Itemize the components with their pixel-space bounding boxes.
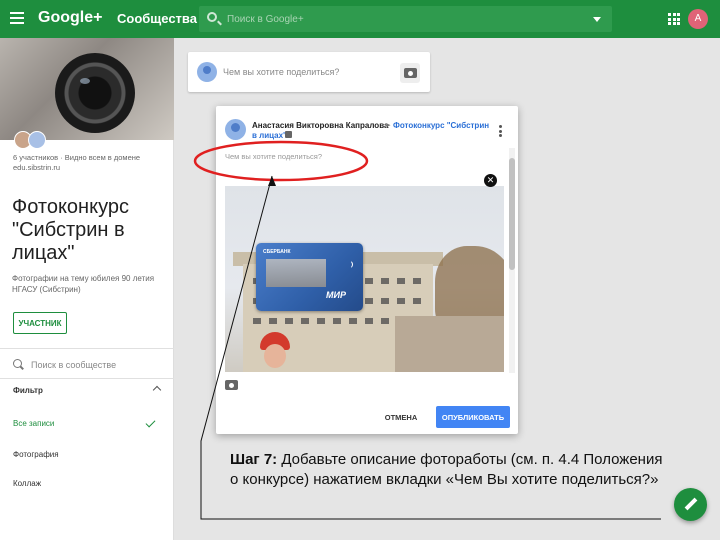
author-name: Анастасия Викторовна Капралова	[252, 121, 389, 130]
pencil-icon	[684, 497, 698, 511]
contactless-icon	[344, 260, 353, 269]
attached-photo: СБЕРБАНК МИР	[225, 186, 504, 372]
avatar	[197, 62, 217, 82]
card-brand-text: СБЕРБАНК	[263, 249, 291, 255]
publish-button[interactable]: ОПУБЛИКОВАТЬ	[436, 406, 510, 428]
member-avatars[interactable]	[14, 131, 50, 149]
community-cover-photo	[0, 38, 174, 140]
share-box[interactable]: Чем вы хотите поделиться?	[188, 52, 430, 92]
cancel-button[interactable]: ОТМЕНА	[376, 407, 426, 427]
account-avatar[interactable]: А	[688, 9, 708, 29]
camera-icon	[225, 380, 238, 390]
arrow-icon: ▸	[387, 122, 391, 129]
divider	[0, 378, 174, 379]
camera-icon	[404, 68, 417, 78]
google-plus-logo[interactable]: Google+	[38, 9, 102, 27]
section-title: Сообщества	[117, 11, 197, 26]
divider	[0, 348, 174, 349]
top-bar: Google+ Сообщества А	[0, 0, 720, 38]
card-network-text: МИР	[326, 290, 346, 300]
search-input[interactable]	[227, 11, 567, 27]
bank-card-image: СБЕРБАНК МИР	[256, 243, 363, 311]
camera-lens-image	[55, 53, 135, 133]
post-text-input[interactable]	[225, 150, 415, 162]
community-panel: 6 участников · Видно всем в домене edu.s…	[0, 38, 174, 540]
menu-icon[interactable]	[10, 12, 24, 24]
add-photo-button[interactable]	[225, 380, 238, 390]
target-community-link[interactable]: в лицах"	[252, 131, 287, 140]
community-description: Фотографии на тему юбилея 90 летия НГАСУ…	[12, 274, 155, 294]
avatar	[225, 119, 246, 140]
more-vert-icon[interactable]	[499, 125, 502, 137]
step-text: Добавьте описание фотоработы (см. п. 4.4…	[230, 451, 663, 488]
post-composer-dialog: Анастасия Викторовна Капралова ▸ Фотокон…	[216, 106, 518, 434]
step-instruction: Шаг 7: Добавьте описание фотоработы (см.…	[230, 450, 670, 490]
apps-icon[interactable]	[668, 13, 680, 25]
avatar[interactable]	[28, 131, 46, 149]
target-community-link[interactable]: Фотоконкурс "Сибстрин	[393, 121, 489, 130]
check-icon	[145, 417, 156, 428]
members-info: 6 участников · Видно всем в домене edu.s…	[13, 153, 141, 172]
community-title: Фотоконкурс "Сибстрин в лицах"	[12, 196, 129, 264]
member-button[interactable]: УЧАСТНИК	[13, 312, 67, 334]
global-search[interactable]	[199, 6, 612, 32]
search-dropdown-icon[interactable]	[593, 17, 601, 22]
filter-item-collage[interactable]: Коллаж	[13, 479, 41, 488]
filter-item-all-posts[interactable]: Все записи	[13, 419, 54, 428]
chevron-up-icon[interactable]	[152, 385, 162, 395]
filter-heading[interactable]: Фильтр	[13, 386, 43, 395]
person-image	[255, 332, 295, 372]
compose-fab[interactable]	[674, 488, 707, 521]
community-search-input[interactable]	[31, 358, 161, 372]
close-icon[interactable]: ✕	[484, 174, 497, 187]
share-prompt[interactable]: Чем вы хотите поделиться?	[223, 67, 339, 77]
lock-icon	[285, 131, 292, 138]
search-icon	[13, 359, 22, 368]
step-label: Шаг 7:	[230, 451, 278, 468]
filter-item-photo[interactable]: Фотография	[13, 450, 59, 459]
add-photo-button[interactable]	[400, 63, 420, 83]
search-icon	[207, 12, 217, 22]
scrollbar-thumb[interactable]	[509, 158, 515, 270]
